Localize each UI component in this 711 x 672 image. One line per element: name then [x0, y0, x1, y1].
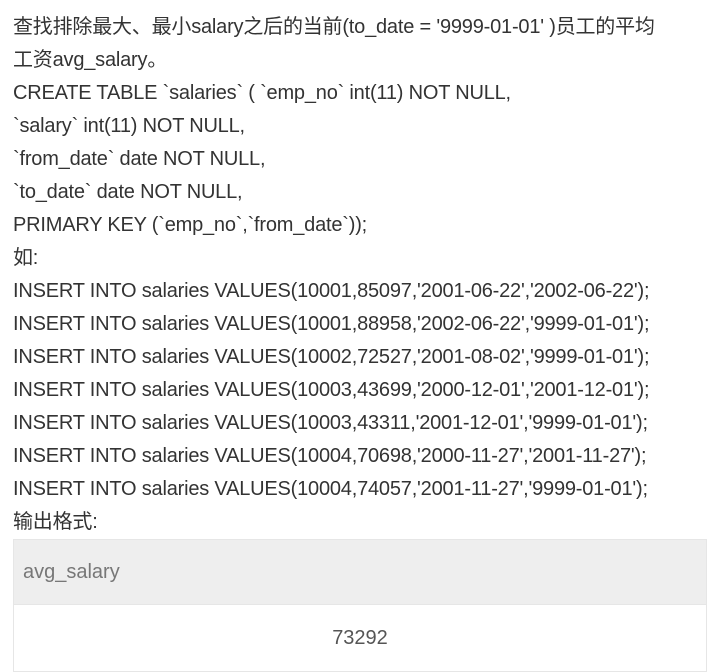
sql-insert-line: INSERT INTO salaries VALUES(10004,74057,…	[13, 478, 648, 500]
sql-create-line: PRIMARY KEY (`emp_no`,`from_date`));	[13, 214, 368, 236]
output-column-header: avg_salary	[13, 539, 707, 605]
sql-insert-line: INSERT INTO salaries VALUES(10003,43311,…	[13, 412, 648, 434]
output-table-header-row: avg_salary	[13, 539, 707, 605]
problem-description: 查找排除最大、最小salary之后的当前(to_date = '9999-01-…	[13, 11, 707, 539]
sql-create-line: `to_date` date NOT NULL,	[13, 181, 243, 203]
sql-create-line: CREATE TABLE `salaries` ( `emp_no` int(1…	[13, 82, 511, 104]
output-table-row: 73292	[13, 604, 707, 672]
sql-insert-line: INSERT INTO salaries VALUES(10003,43699,…	[13, 379, 650, 401]
sql-create-line: `salary` int(11) NOT NULL,	[13, 115, 245, 137]
example-label: 如:	[13, 247, 39, 269]
problem-line: 工资avg_salary。	[13, 49, 168, 71]
sql-insert-line: INSERT INTO salaries VALUES(10002,72527,…	[13, 346, 650, 368]
sql-insert-line: INSERT INTO salaries VALUES(10004,70698,…	[13, 445, 647, 467]
sql-create-line: `from_date` date NOT NULL,	[13, 148, 266, 170]
problem-line: 查找排除最大、最小salary之后的当前(to_date = '9999-01-…	[13, 16, 655, 38]
output-table: avg_salary 73292	[13, 539, 707, 672]
output-value-cell: 73292	[13, 604, 707, 672]
output-format-label: 输出格式:	[13, 511, 98, 533]
sql-insert-line: INSERT INTO salaries VALUES(10001,85097,…	[13, 280, 650, 302]
sql-insert-line: INSERT INTO salaries VALUES(10001,88958,…	[13, 313, 650, 335]
